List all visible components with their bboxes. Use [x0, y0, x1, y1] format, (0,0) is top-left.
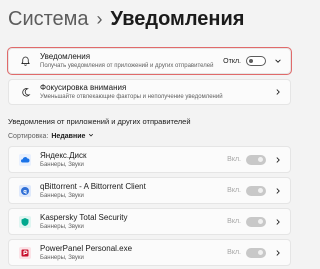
chevron-down-icon [88, 132, 94, 140]
app-toggle[interactable] [246, 154, 266, 165]
focus-title: Фокусировка внимания [40, 83, 127, 92]
chevron-right-icon[interactable] [272, 154, 284, 166]
apps-section-heading: Уведомления от приложений и других отпра… [8, 117, 191, 126]
app-toggle[interactable] [246, 185, 266, 196]
notifications-state-label: Откл. [223, 57, 241, 65]
sort-label: Сортировка: [8, 132, 49, 140]
notifications-toggle[interactable] [246, 56, 266, 66]
app-toggle[interactable] [246, 247, 266, 258]
app-row-yandex-disk[interactable]: Яндекс.Диск Баннеры, Звуки Вкл. [8, 146, 291, 173]
focus-setting-row[interactable]: Фокусировка внимания Уменьшайте отвлекаю… [8, 79, 291, 105]
sort-control[interactable]: Сортировка: Недавние [8, 132, 94, 140]
notifications-subtitle: Получать уведомления от приложений и дру… [40, 63, 214, 69]
page-title: Уведомления [110, 8, 245, 30]
sort-value[interactable]: Недавние [51, 133, 85, 140]
focus-moon-icon [14, 87, 36, 98]
app-subtitle: Баннеры, Звуки [40, 161, 84, 168]
focus-subtitle: Уменьшайте отвлекающие факторы и неполуч… [40, 94, 223, 100]
app-state-label: Вкл. [227, 156, 241, 163]
app-state-label: Вкл. [227, 249, 241, 256]
app-row-kaspersky[interactable]: Kaspersky Total Security Баннеры, Звуки … [8, 208, 291, 235]
breadcrumb: Система › Уведомления [8, 6, 244, 32]
app-state-label: Вкл. [227, 187, 241, 194]
chevron-right-icon[interactable] [272, 216, 284, 228]
app-name: PowerPanel Personal.exe [40, 243, 133, 253]
breadcrumb-parent-link[interactable]: Система [8, 6, 89, 32]
app-row-powerpanel[interactable]: PowerPanel Personal.exe Баннеры, Звуки В… [8, 239, 291, 266]
chevron-down-icon[interactable] [272, 55, 284, 67]
app-subtitle: Баннеры, Звуки [40, 223, 84, 230]
powerpanel-icon [19, 246, 31, 259]
chevron-right-icon[interactable] [272, 247, 284, 259]
app-name: Яндекс.Диск [40, 150, 87, 160]
app-toggle[interactable] [246, 216, 266, 227]
notifications-setting-row[interactable]: Уведомления Получать уведомления от прил… [7, 47, 292, 75]
breadcrumb-separator: › [96, 9, 103, 29]
qbittorrent-icon: q [19, 184, 31, 197]
app-state-label: Вкл. [227, 218, 241, 225]
svg-text:q: q [23, 189, 27, 195]
chevron-right-icon[interactable] [272, 185, 284, 197]
app-name: qBittorrent - A Bittorrent Client [40, 181, 146, 191]
chevron-right-icon[interactable] [272, 86, 284, 98]
kaspersky-icon [19, 215, 31, 228]
bell-icon [14, 56, 36, 67]
app-subtitle: Баннеры, Звуки [40, 254, 84, 261]
app-name: Kaspersky Total Security [40, 212, 128, 222]
yandex-disk-icon [19, 153, 31, 166]
app-row-qbittorrent[interactable]: q qBittorrent - A Bittorrent Client Банн… [8, 177, 291, 204]
notifications-title: Уведомления [40, 52, 91, 61]
app-subtitle: Баннеры, Звуки [40, 192, 84, 199]
